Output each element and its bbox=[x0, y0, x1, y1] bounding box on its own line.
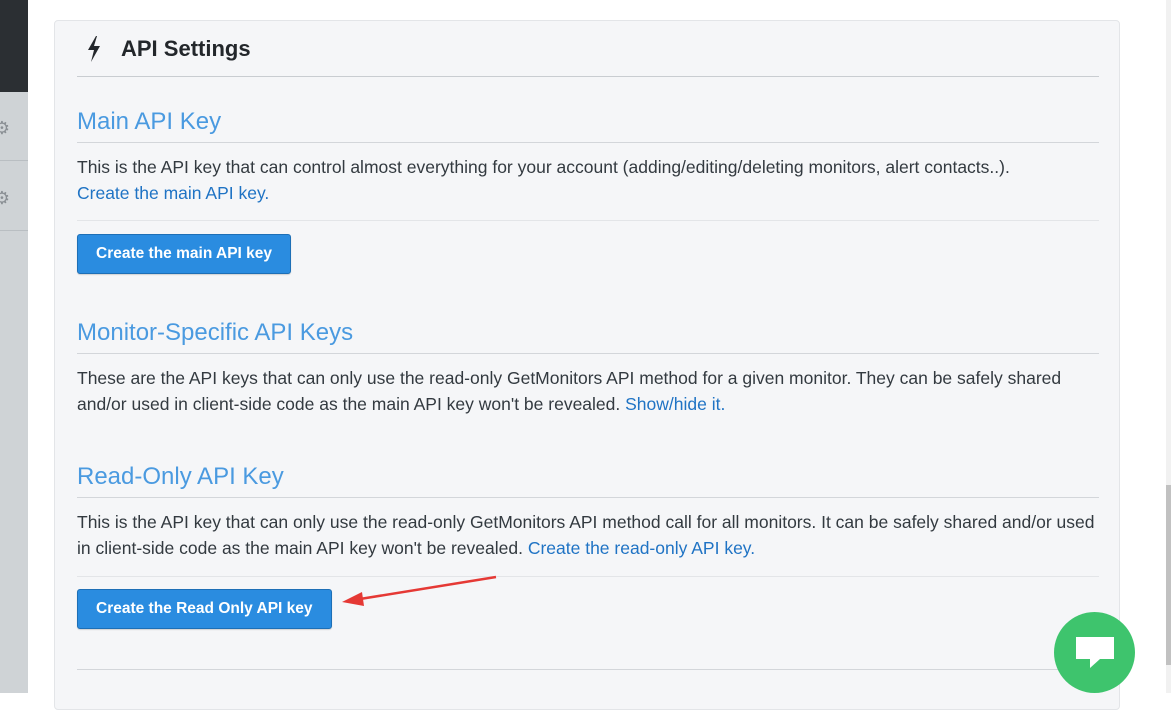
divider bbox=[77, 220, 1099, 221]
scrollbar-thumb[interactable] bbox=[1166, 485, 1171, 665]
panel-header: API Settings bbox=[77, 21, 1099, 77]
create-readonly-api-key-link[interactable]: Create the read-only API key. bbox=[528, 538, 755, 558]
sidebar-divider bbox=[0, 160, 28, 161]
readonly-api-key-section: Read-Only API Key This is the API key th… bbox=[77, 463, 1099, 561]
divider bbox=[77, 576, 1099, 577]
section-heading-readonly: Read-Only API Key bbox=[77, 463, 1099, 498]
scrollbar[interactable] bbox=[1166, 0, 1171, 693]
gear-icon[interactable]: ⚙ bbox=[0, 188, 12, 208]
monitor-api-keys-section: Monitor-Specific API Keys These are the … bbox=[77, 319, 1099, 417]
section-description-readonly: This is the API key that can only use th… bbox=[77, 509, 1099, 561]
create-main-api-key-link[interactable]: Create the main API key. bbox=[77, 183, 269, 203]
show-hide-link[interactable]: Show/hide it. bbox=[625, 394, 725, 414]
sidebar-dark-header bbox=[0, 0, 28, 92]
main-api-key-section: Main API Key This is the API key that ca… bbox=[77, 108, 1099, 206]
section-heading-main: Main API Key bbox=[77, 108, 1099, 143]
create-readonly-api-key-button[interactable]: Create the Read Only API key bbox=[77, 589, 332, 629]
description-text: These are the API keys that can only use… bbox=[77, 368, 1062, 414]
chat-widget-button[interactable] bbox=[1054, 612, 1135, 693]
description-text: This is the API key that can control alm… bbox=[77, 157, 1010, 177]
chat-icon bbox=[1075, 636, 1114, 668]
sidebar-divider bbox=[0, 230, 28, 231]
api-settings-panel: API Settings Main API Key This is the AP… bbox=[54, 20, 1120, 710]
arrow-annotation bbox=[342, 575, 497, 606]
divider bbox=[77, 669, 1099, 670]
section-description-monitor: These are the API keys that can only use… bbox=[77, 365, 1099, 417]
create-main-api-key-button[interactable]: Create the main API key bbox=[77, 234, 292, 274]
gear-icon[interactable]: ⚙ bbox=[0, 118, 12, 138]
left-sidebar-edge: ⚙ ⚙ bbox=[0, 0, 28, 693]
section-heading-monitor: Monitor-Specific API Keys bbox=[77, 319, 1099, 354]
section-description-main: This is the API key that can control alm… bbox=[77, 154, 1099, 206]
page-title: API Settings bbox=[121, 35, 251, 61]
bolt-icon bbox=[88, 35, 100, 62]
